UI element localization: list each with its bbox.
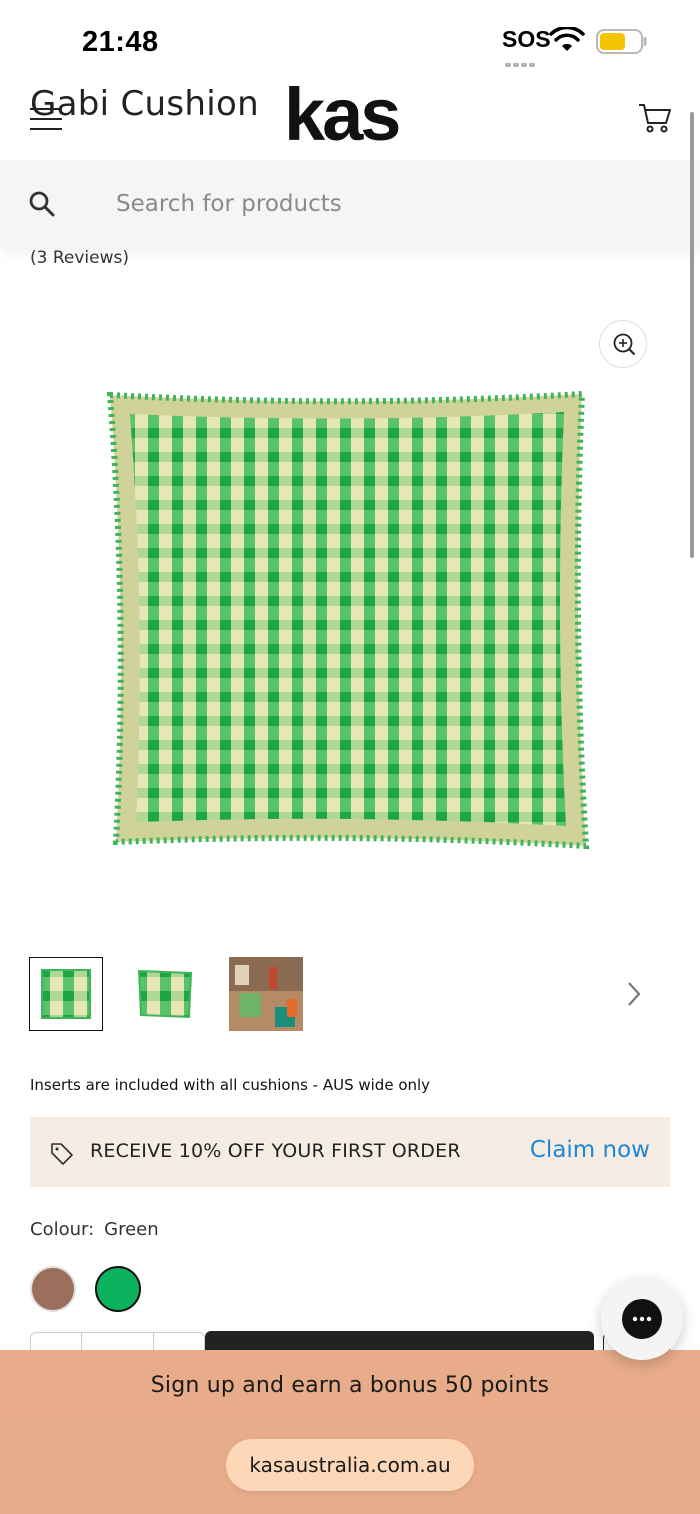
promo-text: RECEIVE 10% OFF YOUR FIRST ORDER <box>90 1140 461 1162</box>
inserts-note: Inserts are included with all cushions -… <box>30 1076 431 1094</box>
chat-icon <box>622 1299 662 1339</box>
search-input[interactable] <box>104 182 644 226</box>
thumbnail-2[interactable] <box>128 957 202 1031</box>
wifi-icon <box>549 27 585 51</box>
url-bar[interactable]: kasaustralia.com.au <box>226 1439 474 1491</box>
thumbnail-image <box>137 969 193 1019</box>
status-time: 21:48 <box>82 26 159 58</box>
reviews-count[interactable]: (3 Reviews) <box>30 248 129 268</box>
page-title: Gabi Cushion <box>30 84 259 124</box>
swatch-green[interactable] <box>95 1266 141 1312</box>
menu-icon[interactable] <box>30 108 62 130</box>
colour-label-text: Colour: <box>30 1219 95 1240</box>
status-bar: 21:48 SOS <box>0 0 700 78</box>
claim-now-link[interactable]: Claim now <box>530 1137 650 1163</box>
chat-button[interactable] <box>601 1278 683 1360</box>
thumbnail-1[interactable] <box>29 957 103 1031</box>
colour-label: Colour: Green <box>30 1219 159 1240</box>
thumbnail-3[interactable] <box>229 957 303 1031</box>
sos-indicator: SOS <box>502 26 551 52</box>
thumbnail-image <box>41 969 91 1019</box>
swatch-brown[interactable] <box>30 1266 76 1312</box>
zoom-in-icon <box>613 333 635 355</box>
search-icon[interactable] <box>28 190 56 218</box>
colour-value: Green <box>104 1219 159 1240</box>
thumbnail-image <box>229 957 303 1031</box>
product-image[interactable] <box>100 380 600 860</box>
promo-banner: RECEIVE 10% OFF YOUR FIRST ORDER Claim n… <box>30 1117 670 1187</box>
browser-bottom-bar: kasaustralia.com.au <box>0 1420 700 1514</box>
chevron-right-icon[interactable] <box>620 978 648 1010</box>
brand-logo[interactable]: kas <box>284 78 401 152</box>
zoom-button[interactable] <box>599 320 647 368</box>
signal-dots <box>505 52 539 67</box>
signup-text: Sign up and earn a bonus 50 points <box>150 1372 550 1398</box>
tag-icon <box>51 1143 73 1165</box>
site-header: Gabi Cushion kas <box>0 78 700 160</box>
search-bar <box>0 160 700 248</box>
battery-icon <box>596 29 647 54</box>
scrollbar[interactable] <box>690 112 694 558</box>
cart-icon[interactable] <box>638 102 672 134</box>
signup-banner[interactable]: Sign up and earn a bonus 50 points <box>0 1350 700 1420</box>
